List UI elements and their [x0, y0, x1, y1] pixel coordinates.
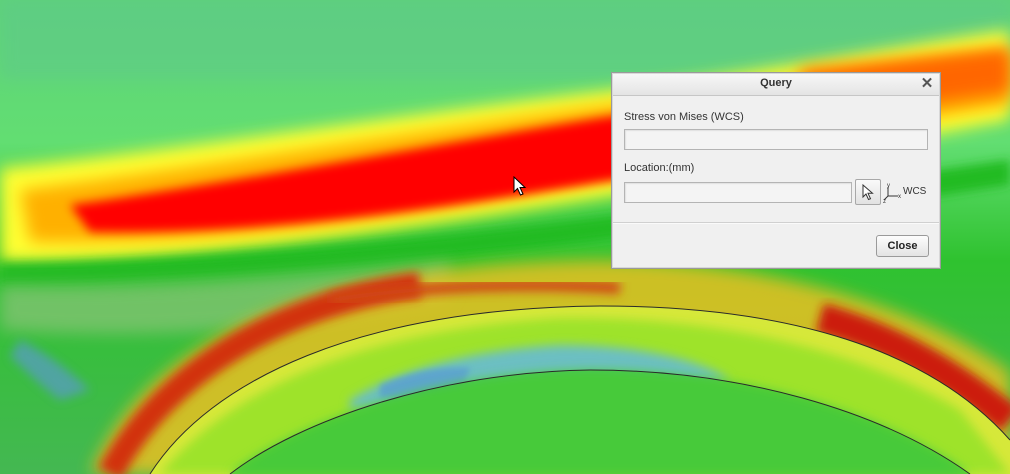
close-icon[interactable]: ✕ — [919, 75, 935, 93]
svg-text:y: y — [887, 183, 890, 189]
close-button[interactable]: Close — [876, 235, 929, 257]
cursor-pick-icon — [862, 184, 874, 201]
mouse-pointer-icon — [513, 176, 527, 196]
dialog-title: Query — [760, 77, 792, 89]
coord-system-label: WCS — [903, 186, 927, 197]
coordinate-axes-icon: y x z — [883, 183, 901, 203]
svg-text:x: x — [898, 194, 901, 200]
svg-text:z: z — [883, 199, 886, 203]
stress-label: Stress von Mises (WCS) — [624, 111, 744, 123]
dialog-separator — [613, 222, 939, 224]
dialog-titlebar[interactable]: Query ✕ — [613, 74, 939, 96]
location-label: Location:(mm) — [624, 162, 695, 174]
stress-value-field[interactable] — [624, 129, 928, 150]
location-value-field[interactable] — [624, 182, 852, 203]
pick-location-button[interactable] — [855, 179, 881, 205]
query-dialog: Query ✕ Stress von Mises (WCS) Location:… — [611, 72, 941, 269]
